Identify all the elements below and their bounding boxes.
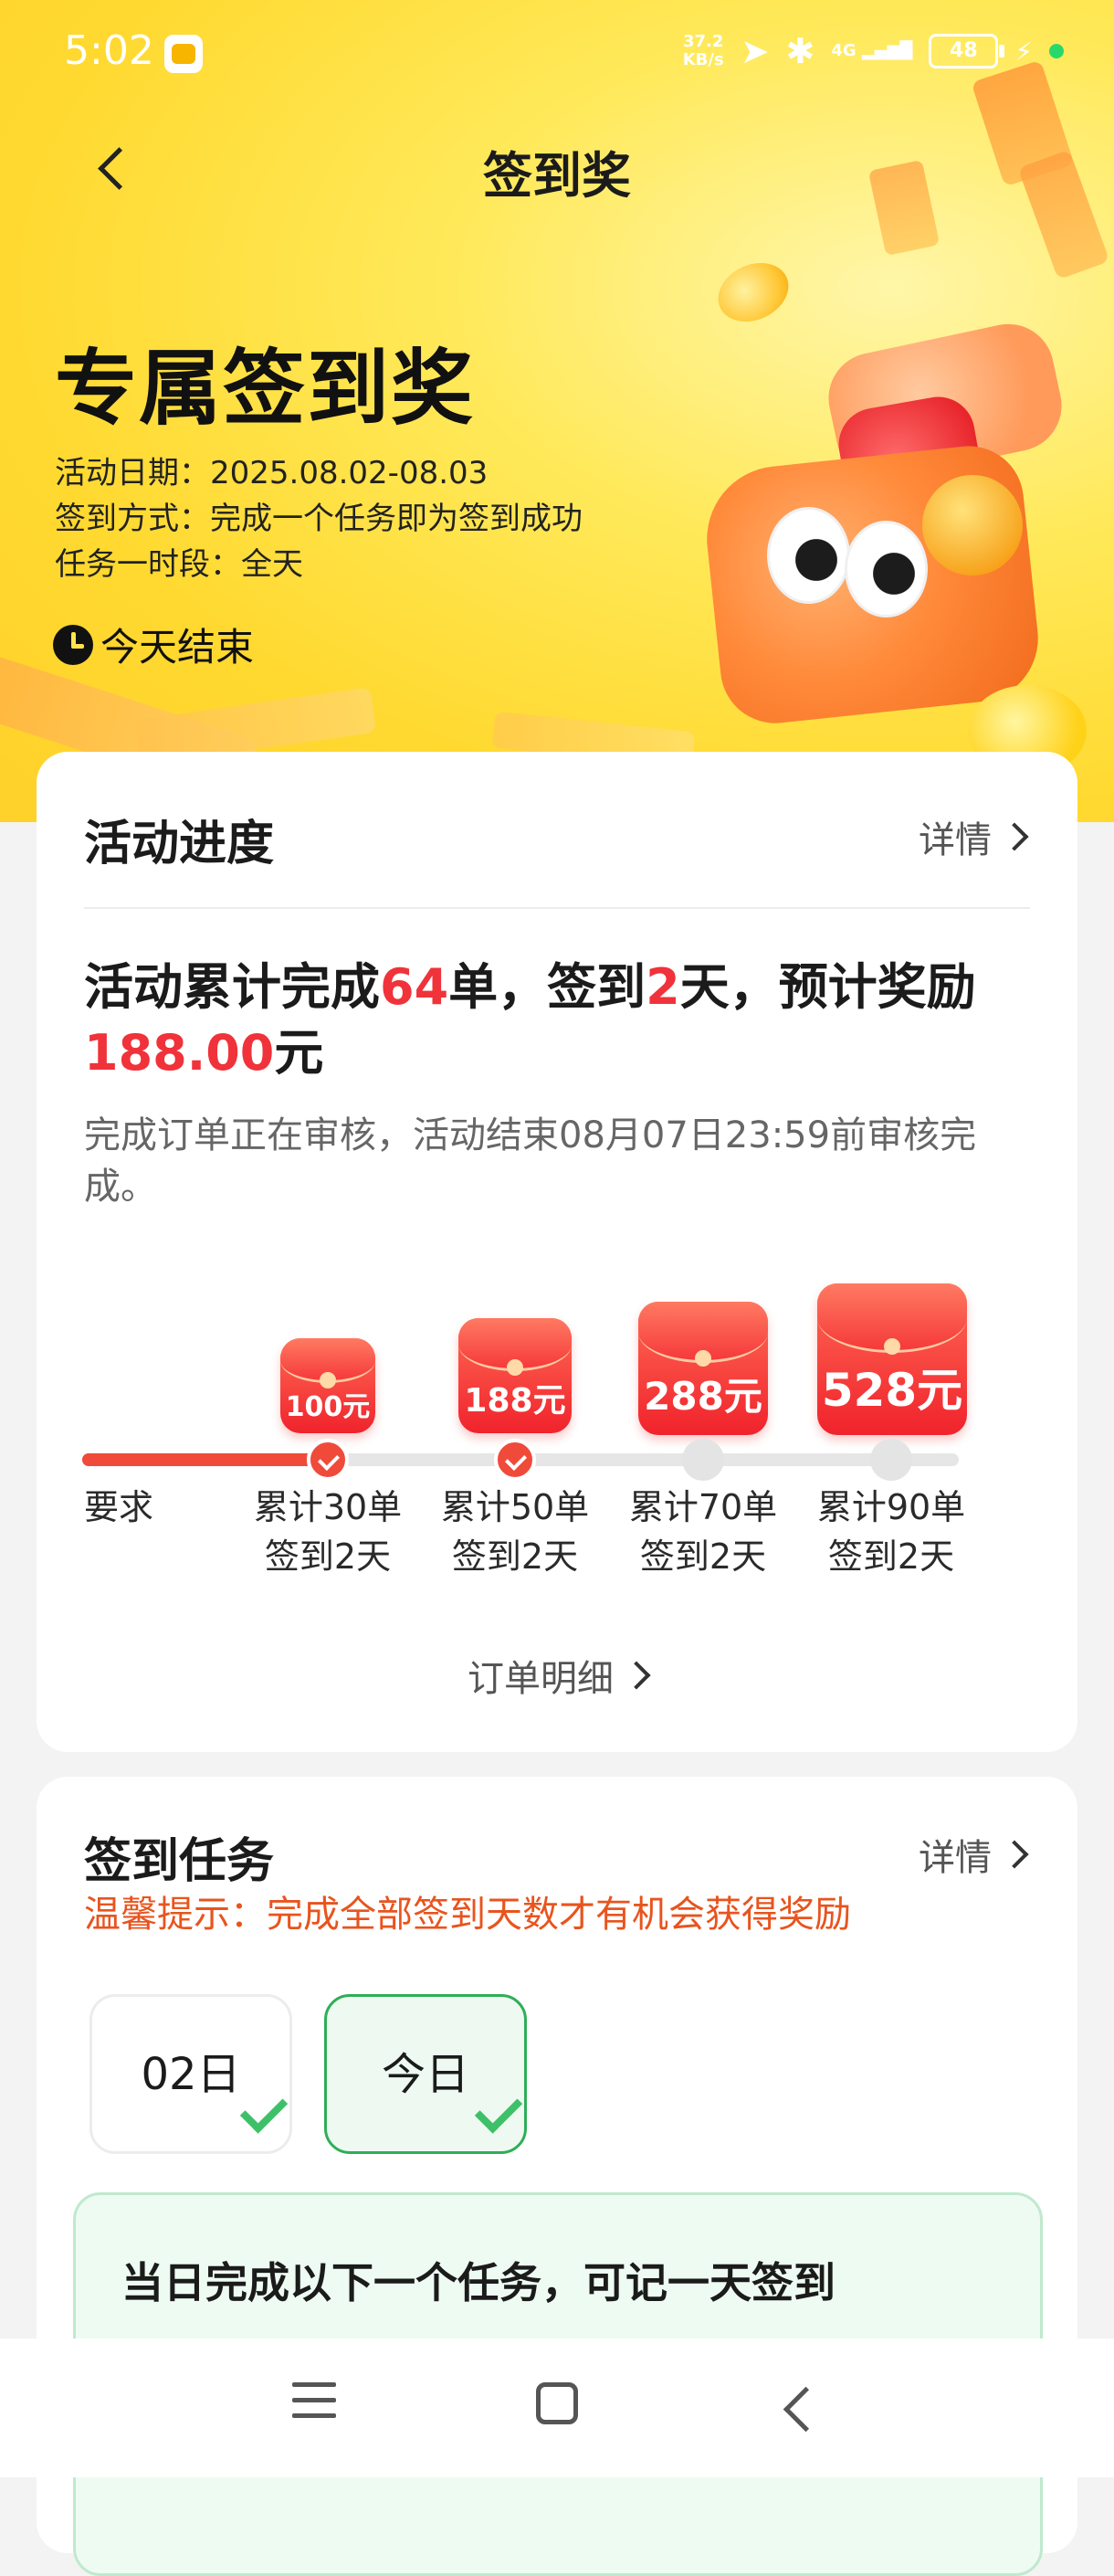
milestone-label: 累计50单 签到2天 [440,1487,590,1577]
location-icon: ➤ [740,31,770,71]
clock-icon [53,624,93,665]
activity-date: 活动日期：2025.08.02-08.03 [55,455,489,491]
divider [84,907,1030,909]
review-note: 完成订单正在审核，活动结束08月07日23:59前审核完成。 [84,1114,977,1208]
progress-detail-link[interactable]: 详情 [919,810,1029,863]
milestone-label: 累计30单 签到2天 [253,1487,403,1577]
card-title: 签到任务 [84,1834,275,1889]
reward-envelope-528: 528元 [817,1283,967,1435]
milestone-label: 累计90单 签到2天 [816,1487,966,1577]
milestone-label-partial: 要求 [84,1487,154,1527]
card-title: 活动进度 [84,817,275,871]
status-bar: 5:02 37.2 KB/s ➤ ✱ 4G ▂▄▆█ 48 ⚡ [0,0,1114,110]
end-time-badge: 今天结束 [53,617,254,672]
hero-title: 专属签到奖 [55,341,475,437]
task-instruction: 当日完成以下一个任务，可记一天签到 [121,2258,836,2307]
chevron-right-icon [622,1661,651,1690]
home-button[interactable] [536,2382,578,2424]
progress-fill [82,1453,345,1466]
system-nav-bar [0,2338,1114,2477]
battery-icon: 48 [929,34,1005,69]
order-details-link[interactable]: 订单明细 [37,1649,1077,1702]
milestone-check-icon [307,1439,349,1481]
page-title: 签到奖 [483,147,631,205]
check-icon [239,2085,289,2134]
signin-detail-link[interactable]: 详情 [919,1828,1029,1881]
charging-icon: ⚡ [1014,36,1033,67]
milestone-node [870,1439,912,1481]
day-tab-today[interactable]: 今日 [324,1994,527,2154]
progress-summary: 活动累计完成64单，签到2天，预计奖励 188.00元 [84,958,976,1082]
chevron-right-icon [1000,1840,1029,1869]
check-icon [474,2085,523,2134]
privacy-dot-icon [1049,44,1064,58]
gift-box-mascot-illustration [694,301,1096,776]
signin-tip: 温馨提示：完成全部签到天数才有机会获得奖励 [84,1894,851,1936]
system-back-button[interactable] [783,2386,829,2433]
reward-envelope-288: 288元 [638,1302,768,1435]
milestone-label: 累计70单 签到2天 [628,1487,778,1577]
day-tab-02[interactable]: 02日 [89,1994,292,2154]
reward-envelope-100: 100元 [280,1338,375,1433]
milestone-check-icon [494,1439,536,1481]
recent-apps-button[interactable] [292,2382,336,2429]
app-notification-icon [164,35,203,73]
activity-progress-card: 活动进度 详情 活动累计完成64单，签到2天，预计奖励 188.00元 完成订单正… [37,752,1077,1752]
signin-method: 签到方式：完成一个任务即为签到成功 [55,501,583,537]
milestone-node [682,1439,724,1481]
reward-envelope-188: 188元 [458,1318,572,1433]
signal-icon: 4G ▂▄▆█ [831,41,913,60]
bluetooth-icon: ✱ [785,31,815,71]
chevron-right-icon [1000,822,1029,851]
status-time: 5:02 [64,27,154,74]
task-period: 任务一时段：全天 [55,546,303,583]
net-speed: 37.2 KB/s [682,32,724,69]
hero-banner: 5:02 37.2 KB/s ➤ ✱ 4G ▂▄▆█ 48 ⚡ 签到奖 专属签到… [0,0,1114,822]
